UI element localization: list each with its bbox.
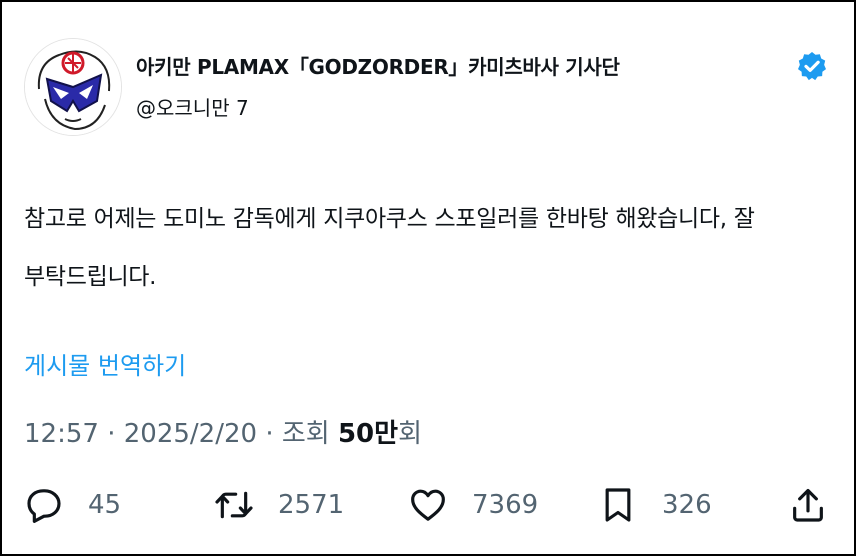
author-handle[interactable]: @오크니만 7 xyxy=(136,92,249,121)
retweet-count: 2571 xyxy=(278,490,345,520)
tweet-text: 참고로 어제는 도미노 감독에게 지쿠아쿠스 스포일러를 한바탕 해왔습니다, … xyxy=(24,190,814,306)
bookmark-count: 326 xyxy=(662,490,712,520)
tweet-text-line: 참고로 어제는 도미노 감독에게 지쿠아쿠스 스포일러를 한바탕 해왔습니다, … xyxy=(24,206,755,232)
retweet-icon xyxy=(215,491,253,519)
translate-post-link[interactable]: 게시물 번역하기 xyxy=(24,346,186,381)
avatar[interactable] xyxy=(24,38,122,136)
retweet-button[interactable]: 2571 xyxy=(214,480,344,530)
views-suffix: 회 xyxy=(398,419,422,449)
tweet-date[interactable]: 2025/2/20 xyxy=(124,419,257,449)
action-bar: 45 2571 7369 326 xyxy=(2,480,856,530)
views-label: 조회 xyxy=(281,419,330,449)
tweet-time[interactable]: 12:57 xyxy=(24,419,99,449)
meta-separator: · xyxy=(265,419,274,449)
bookmark-icon xyxy=(605,488,631,522)
bookmark-button[interactable]: 326 xyxy=(598,480,712,530)
views-count: 50만 xyxy=(337,419,399,449)
tweet-text-line: 부탁드립니다. xyxy=(24,264,157,290)
avatar-image xyxy=(25,39,121,135)
verified-badge-icon xyxy=(798,52,826,81)
meta-separator: · xyxy=(107,419,116,449)
share-button[interactable] xyxy=(788,480,828,530)
heart-icon xyxy=(411,489,445,521)
author-display-name[interactable]: 아키만 PLAMAX「GODZORDER」카미츠바사 기사단 xyxy=(136,51,620,80)
tweet-card: 아키만 PLAMAX「GODZORDER」카미츠바사 기사단 @오크니만 7 참… xyxy=(0,0,856,556)
reply-button[interactable]: 45 xyxy=(24,480,121,530)
like-button[interactable]: 7369 xyxy=(408,480,538,530)
reply-icon xyxy=(27,489,61,523)
reply-count: 45 xyxy=(88,490,122,520)
tweet-meta: 12:57 · 2025/2/20 · 조회 50만회 xyxy=(24,413,422,450)
like-count: 7369 xyxy=(472,490,539,520)
share-icon xyxy=(793,488,823,522)
